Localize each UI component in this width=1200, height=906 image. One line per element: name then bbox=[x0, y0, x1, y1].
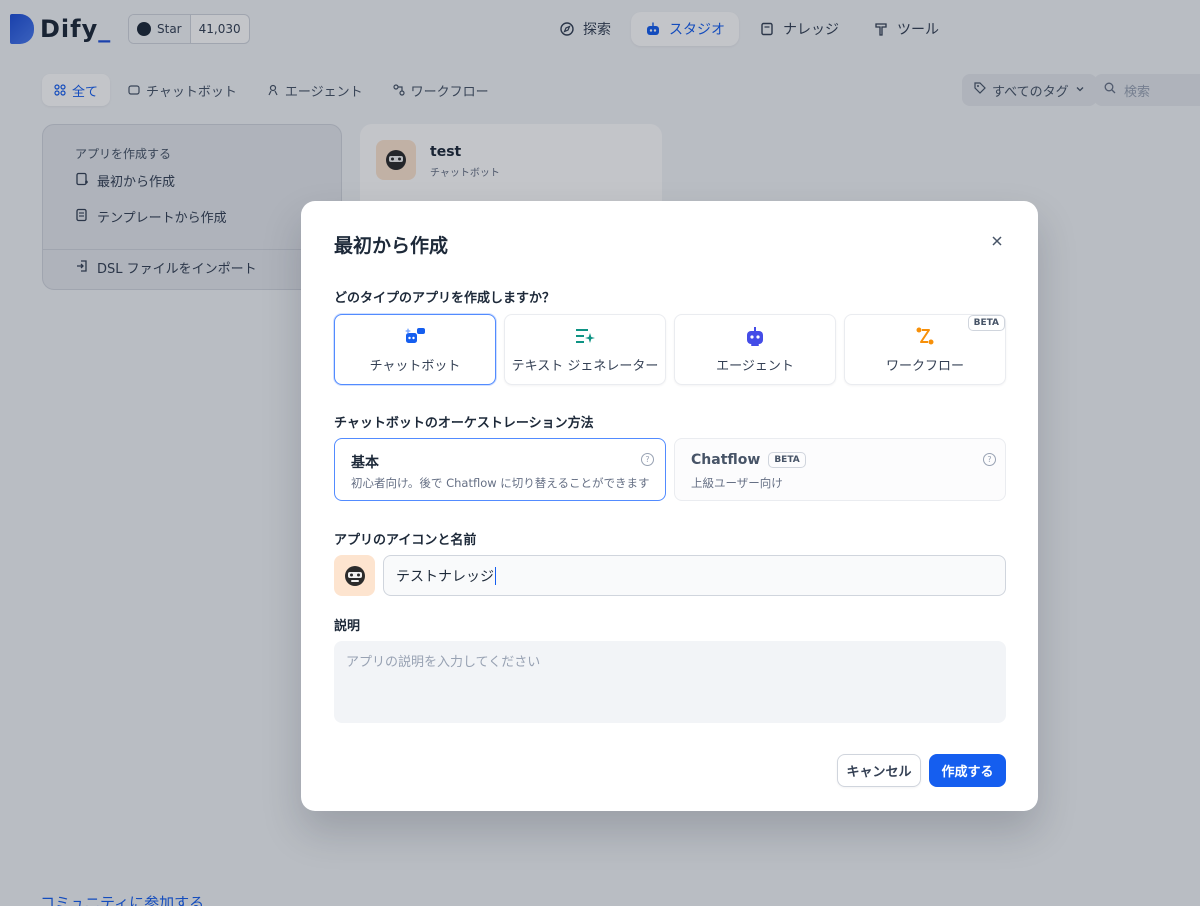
type-workflow-label: ワークフロー bbox=[885, 359, 964, 374]
app-name-label: アプリのアイコンと名前 bbox=[334, 533, 477, 548]
mode-chatflow-desc: 上級ユーザー向け bbox=[691, 476, 783, 490]
close-icon[interactable] bbox=[987, 231, 1007, 251]
help-icon[interactable]: ? bbox=[983, 453, 996, 466]
orchestration-options: 基本 初心者向け。後で Chatflow に切り替えることができます ? Cha… bbox=[334, 438, 1006, 501]
description-placeholder: アプリの説明を入力してください bbox=[346, 655, 541, 670]
agent-icon bbox=[744, 325, 766, 347]
modal-title: 最初から作成 bbox=[334, 235, 449, 257]
type-text-generator-label: テキスト ジェネレーター bbox=[511, 359, 659, 374]
type-agent-label: エージェント bbox=[716, 359, 794, 374]
create-app-modal: 最初から作成 どのタイプのアプリを作成しますか？ チャットボット テキスト ジェ… bbox=[301, 201, 1038, 811]
app-type-options: チャットボット テキスト ジェネレーター エージェント BETA ワークフロー bbox=[334, 314, 1006, 385]
robot-face-icon bbox=[344, 565, 365, 586]
mode-chatflow-title: Chatflow bbox=[691, 452, 761, 468]
chatbot-icon bbox=[404, 325, 426, 347]
type-chatbot-label: チャットボット bbox=[369, 359, 461, 374]
workflow-icon bbox=[914, 325, 936, 347]
mode-basic-desc: 初心者向け。後で Chatflow に切り替えることができます bbox=[351, 476, 650, 490]
type-option-agent[interactable]: エージェント bbox=[674, 314, 836, 385]
help-icon[interactable]: ? bbox=[641, 453, 654, 466]
beta-badge: BETA bbox=[967, 315, 1005, 331]
orchestration-label: チャットボットのオーケストレーション方法 bbox=[334, 416, 594, 431]
cancel-button[interactable]: キャンセル bbox=[837, 754, 921, 787]
type-option-text-generator[interactable]: テキスト ジェネレーター bbox=[504, 314, 666, 385]
description-label: 説明 bbox=[334, 619, 361, 634]
mode-option-chatflow[interactable]: Chatflow BETA 上級ユーザー向け ? bbox=[674, 438, 1006, 501]
text-caret bbox=[495, 566, 496, 585]
app-icon-picker[interactable] bbox=[334, 555, 375, 596]
app-name-value: テストナレッジ bbox=[396, 568, 494, 585]
beta-badge: BETA bbox=[768, 452, 806, 468]
app-type-question: どのタイプのアプリを作成しますか？ bbox=[334, 291, 556, 306]
type-option-workflow[interactable]: BETA ワークフロー bbox=[844, 314, 1006, 385]
text-generator-icon bbox=[574, 325, 596, 347]
description-textarea[interactable]: アプリの説明を入力してください bbox=[334, 641, 1006, 723]
create-button[interactable]: 作成する bbox=[929, 754, 1006, 787]
mode-basic-title: 基本 bbox=[351, 455, 379, 471]
type-option-chatbot[interactable]: チャットボット bbox=[334, 314, 496, 385]
mode-option-basic[interactable]: 基本 初心者向け。後で Chatflow に切り替えることができます ? bbox=[334, 438, 666, 501]
app-name-input[interactable]: テストナレッジ bbox=[383, 555, 1006, 596]
